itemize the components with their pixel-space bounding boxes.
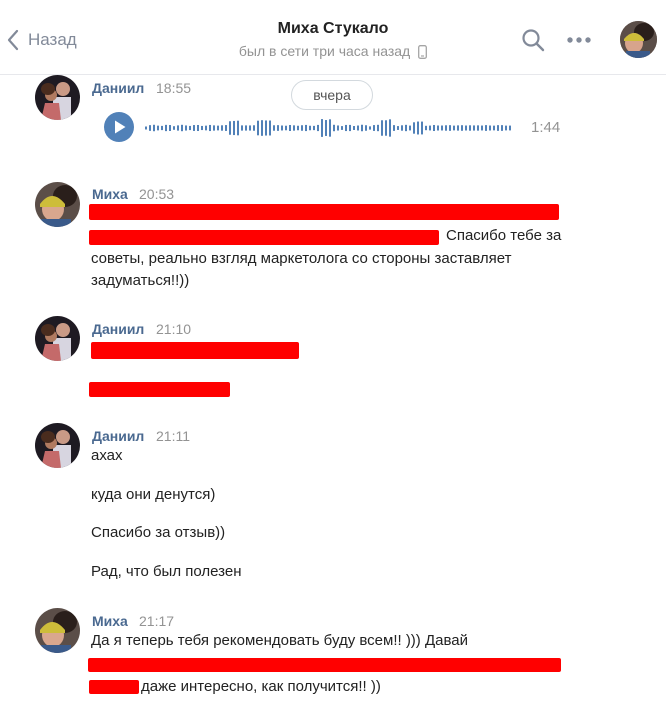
avatar[interactable]: [35, 608, 80, 653]
redacted-text: [89, 680, 139, 694]
message-text: даже интересно, как получится!! )): [141, 678, 381, 695]
message-author[interactable]: Миха: [92, 613, 128, 629]
redacted-text: [88, 658, 561, 672]
message-group: Миха 21:17 Да я теперь тебя рекомендоват…: [0, 0, 666, 720]
message-time: 21:17: [139, 613, 175, 629]
message-text: Да я теперь тебя рекомендовать буду всем…: [91, 632, 468, 649]
